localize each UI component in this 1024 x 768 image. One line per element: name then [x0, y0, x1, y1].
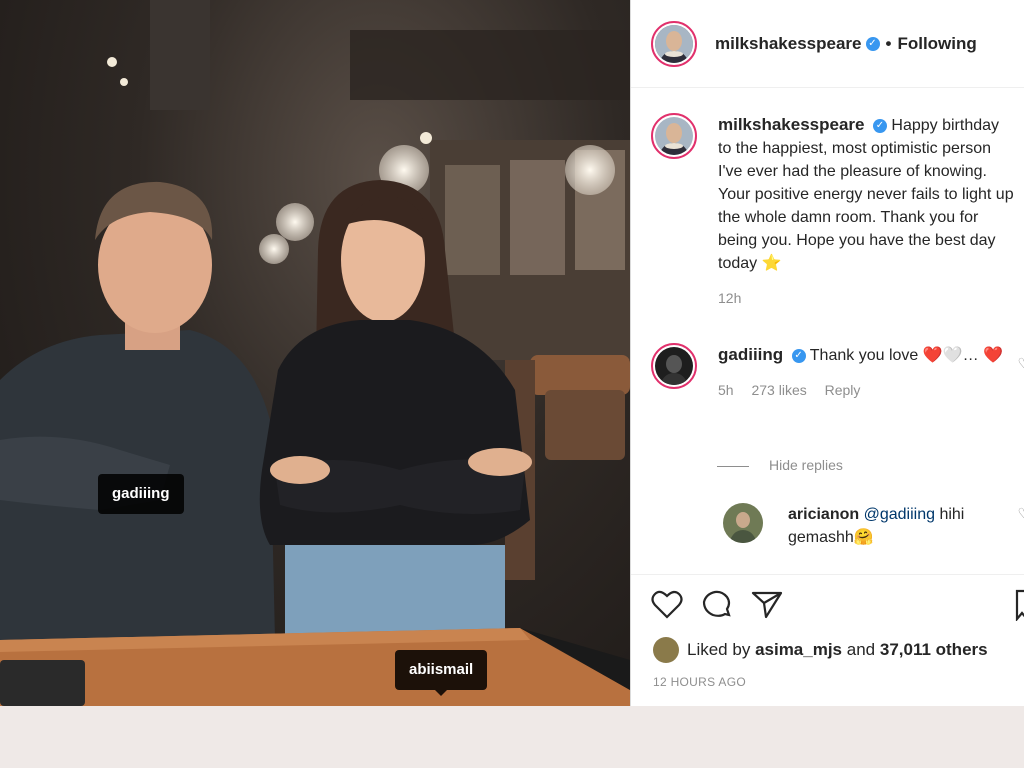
avatar[interactable] [651, 20, 697, 67]
verified-badge-icon: ✓ [865, 36, 880, 51]
liked-by-prefix: Liked by [687, 640, 751, 659]
verified-badge-icon: ✓ [791, 348, 806, 363]
user-tag[interactable]: abiismail [395, 650, 488, 696]
liked-by-middle: and [846, 640, 876, 659]
avatar-illustration [723, 503, 763, 543]
separator-dot: • [885, 33, 892, 53]
comment-text: Thank you love ❤️🤍… ❤️ [809, 347, 1003, 364]
caption-time[interactable]: 12h [718, 290, 741, 306]
bookmark-icon[interactable] [1015, 589, 1024, 621]
comments-list[interactable]: milkshakesspeare ✓ Happy birthday to the… [631, 89, 1024, 573]
photo-illustration [0, 0, 630, 706]
user-tag[interactable]: gadiiing [98, 474, 184, 514]
post-header: milkshakesspeare ✓ • Following [631, 0, 1024, 88]
comment-likes[interactable]: 273 likes [751, 382, 806, 398]
comment-icon[interactable] [701, 589, 733, 619]
instagram-post-modal: gadiiing abiismail milkshakesspeare ✓ • … [0, 0, 1024, 768]
username-link[interactable]: milkshakesspeare [715, 34, 862, 54]
username-link[interactable]: gadiiing [718, 345, 783, 364]
avatar[interactable] [723, 503, 763, 543]
reply-item: aricianon @gadiiing hihi gemashh🤗 ♡ [723, 503, 1024, 549]
heart-icon[interactable] [651, 589, 683, 619]
mention-link[interactable]: @gadiiing [864, 506, 935, 523]
liker-username[interactable]: asima_mjs [755, 640, 842, 660]
post-side-panel: milkshakesspeare ✓ • Following milkshake… [630, 0, 1024, 706]
comment-item: gadiiing ✓ Thank you love ❤️🤍… ❤️ 5h 273… [651, 343, 1024, 402]
post-actions: Liked by asima_mjs and 37,011 others 12 … [631, 574, 1024, 706]
avatar[interactable] [651, 113, 697, 159]
like-comment-heart-icon[interactable]: ♡ [1017, 355, 1024, 372]
divider [717, 465, 749, 467]
following-button[interactable]: Following [897, 34, 976, 54]
username-link[interactable]: milkshakesspeare [718, 115, 865, 134]
likes-count[interactable]: 37,011 others [880, 640, 988, 660]
hide-replies-button[interactable]: Hide replies [717, 457, 843, 473]
caption: milkshakesspeare ✓ Happy birthday to the… [651, 113, 1024, 310]
liker-avatar [653, 637, 679, 663]
post-timestamp[interactable]: 12 HOURS AGO [653, 675, 746, 689]
avatar-illustration [655, 347, 693, 385]
username-link[interactable]: aricianon [788, 506, 859, 523]
comment-time[interactable]: 5h [718, 382, 734, 398]
caption-text: Happy birthday to the happiest, most opt… [718, 117, 1014, 272]
liked-by[interactable]: Liked by asima_mjs and 37,011 others [653, 637, 988, 663]
share-icon[interactable] [751, 589, 783, 619]
like-comment-heart-icon[interactable]: ♡ [1017, 505, 1024, 522]
reply-button[interactable]: Reply [825, 382, 861, 398]
avatar-illustration [655, 117, 693, 155]
avatar-illustration [655, 24, 693, 63]
avatar[interactable] [651, 343, 697, 389]
verified-badge-icon: ✓ [872, 118, 887, 133]
post-photo[interactable]: gadiiing abiismail [0, 0, 630, 706]
hide-replies-label: Hide replies [769, 457, 843, 473]
